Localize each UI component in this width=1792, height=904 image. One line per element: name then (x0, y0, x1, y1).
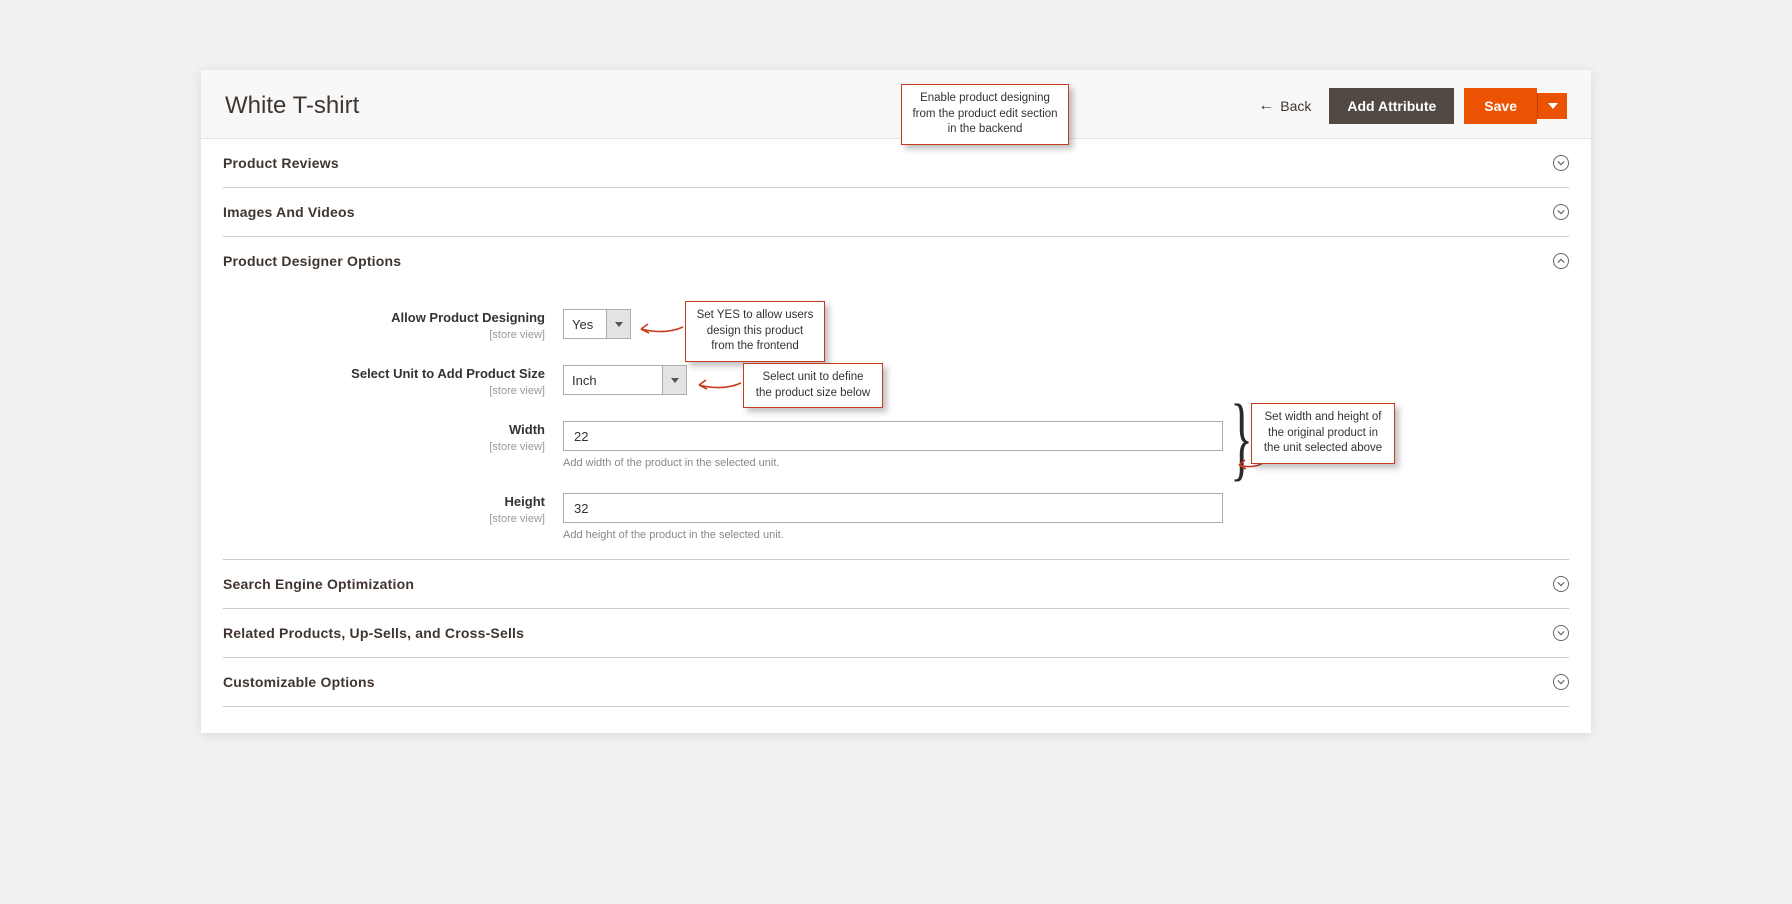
width-input[interactable] (563, 421, 1223, 451)
allow-designing-select[interactable]: Yes (563, 309, 631, 339)
expand-icon (1553, 625, 1569, 641)
page-title: White T-shirt (225, 92, 359, 120)
dropdown-toggle[interactable] (606, 310, 630, 338)
chevron-down-icon (671, 378, 679, 383)
scope-label: [store view] (223, 441, 545, 453)
section-images-videos[interactable]: Images And Videos (223, 188, 1569, 237)
back-arrow-icon: ← (1258, 97, 1274, 115)
expand-icon (1553, 204, 1569, 220)
section-title: Images And Videos (223, 204, 355, 220)
scope-label: [store view] (223, 329, 545, 341)
label-allow-designing: Allow Product Designing (391, 310, 545, 325)
expand-icon (1553, 674, 1569, 690)
section-seo[interactable]: Search Engine Optimization (223, 560, 1569, 609)
content-area: Product Reviews Images And Videos Produc… (201, 139, 1591, 733)
height-input[interactable] (563, 493, 1223, 523)
section-product-designer[interactable]: Product Designer Options (223, 237, 1569, 285)
scope-label: [store view] (223, 385, 545, 397)
row-allow-designing: Allow Product Designing [store view] Yes… (223, 309, 1569, 341)
back-label: Back (1280, 98, 1311, 114)
save-button[interactable]: Save (1464, 88, 1537, 124)
scope-label: [store view] (223, 513, 545, 525)
header-bar: White T-shirt ← Back Add Attribute Save … (201, 70, 1591, 139)
callout-allow: Set YES to allow users design this produ… (685, 301, 825, 362)
row-unit: Select Unit to Add Product Size [store v… (223, 365, 1569, 397)
callout-enable-designing: Enable product designing from the produc… (901, 84, 1069, 145)
dropdown-toggle[interactable] (662, 366, 686, 394)
arrow-icon (693, 375, 743, 393)
unit-value: Inch (564, 366, 662, 394)
section-title: Product Designer Options (223, 253, 401, 269)
label-unit: Select Unit to Add Product Size (351, 366, 545, 381)
expand-icon (1553, 155, 1569, 171)
callout-dims: Set width and height of the original pro… (1251, 403, 1395, 464)
width-helper: Add width of the product in the selected… (563, 457, 1223, 469)
chevron-down-icon (1548, 103, 1558, 109)
page-card: White T-shirt ← Back Add Attribute Save … (201, 70, 1591, 733)
save-dropdown-button[interactable] (1537, 93, 1567, 119)
back-button[interactable]: ← Back (1258, 97, 1311, 115)
row-height: Height [store view] Add height of the pr… (223, 493, 1569, 541)
section-product-reviews[interactable]: Product Reviews (223, 139, 1569, 188)
section-customizable[interactable]: Customizable Options (223, 658, 1569, 707)
section-title: Product Reviews (223, 155, 339, 171)
section-title: Search Engine Optimization (223, 576, 414, 592)
chevron-down-icon (615, 322, 623, 327)
allow-designing-value: Yes (564, 310, 606, 338)
section-title: Related Products, Up-Sells, and Cross-Se… (223, 625, 524, 641)
height-helper: Add height of the product in the selecte… (563, 529, 1223, 541)
product-designer-body: Allow Product Designing [store view] Yes… (223, 285, 1569, 560)
unit-select[interactable]: Inch (563, 365, 687, 395)
callout-unit: Select unit to define the product size b… (743, 363, 883, 408)
expand-icon (1553, 576, 1569, 592)
label-height: Height (505, 494, 545, 509)
collapse-icon (1553, 253, 1569, 269)
arrow-icon (635, 317, 685, 337)
section-related[interactable]: Related Products, Up-Sells, and Cross-Se… (223, 609, 1569, 658)
label-width: Width (509, 422, 545, 437)
brace-icon: } (1230, 401, 1253, 476)
add-attribute-button[interactable]: Add Attribute (1329, 88, 1454, 124)
section-title: Customizable Options (223, 674, 375, 690)
